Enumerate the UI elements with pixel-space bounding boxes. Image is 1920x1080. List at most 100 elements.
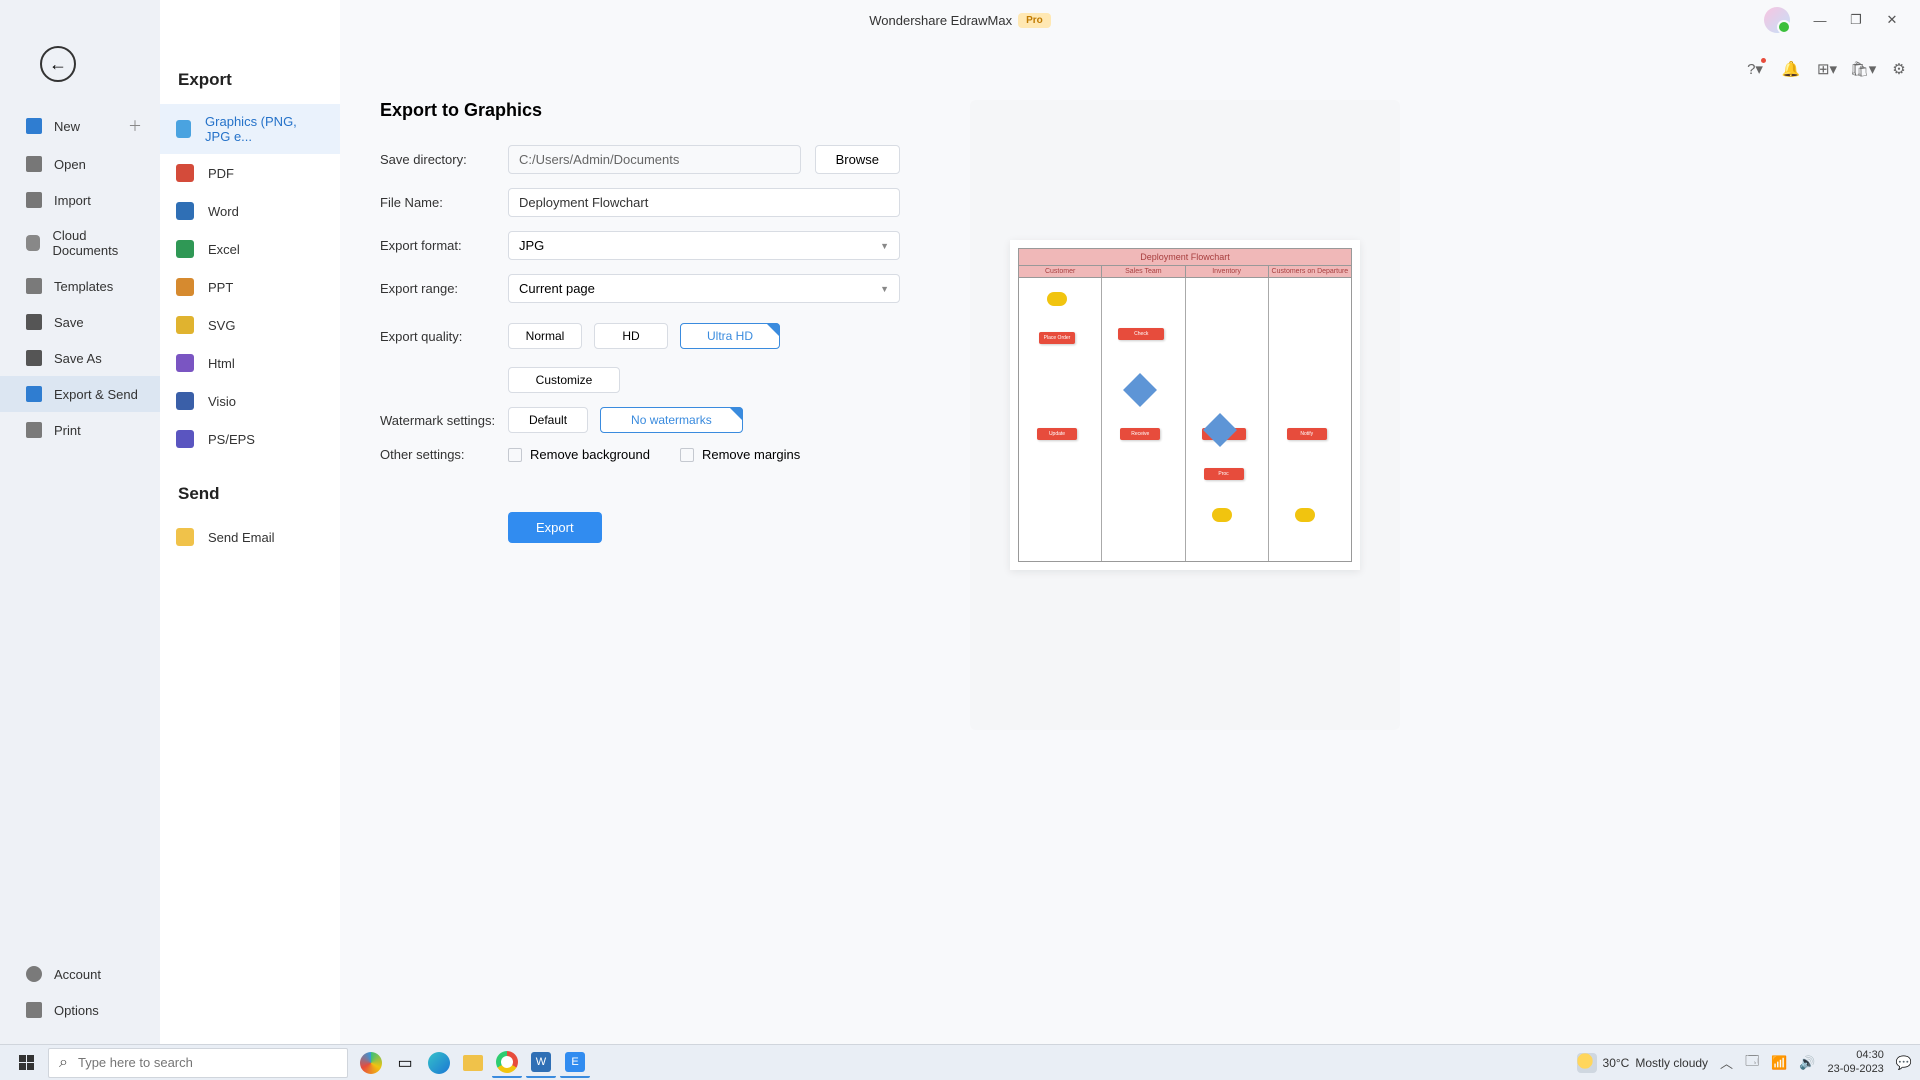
weather-temp: 30°C [1603, 1056, 1630, 1070]
task-view-icon[interactable]: ▭ [390, 1048, 420, 1078]
tray-wifi-icon[interactable]: 📶 [1771, 1055, 1787, 1071]
notification-icon[interactable]: 🔔 [1780, 58, 1802, 80]
help-icon[interactable]: ?▾ [1744, 58, 1766, 80]
chrome-icon[interactable] [492, 1048, 522, 1078]
weather-icon [1577, 1053, 1597, 1073]
range-select[interactable]: Current page ▼ [508, 274, 900, 303]
settings-icon[interactable]: ⚙ [1888, 58, 1910, 80]
fmt-pdf[interactable]: PDF [160, 154, 340, 192]
word-icon[interactable]: W [526, 1048, 556, 1078]
fmt-ppt[interactable]: PPT [160, 268, 340, 306]
fmt-graphics[interactable]: Graphics (PNG, JPG e... [160, 104, 340, 154]
maximize-button[interactable]: ❐ [1840, 6, 1872, 34]
fmt-ps-eps[interactable]: PS/EPS [160, 420, 340, 458]
cortana-icon[interactable] [356, 1048, 386, 1078]
format-select[interactable]: JPG ▼ [508, 231, 900, 260]
preview-title: Deployment Flowchart [1019, 249, 1351, 266]
taskbar-weather[interactable]: 30°C Mostly cloudy [1577, 1053, 1709, 1073]
taskbar-search[interactable]: ⌕ [48, 1048, 348, 1078]
svg-icon [176, 316, 194, 334]
remove-margins-checkbox[interactable]: Remove margins [680, 447, 800, 462]
fmt-label: Word [208, 204, 239, 219]
nav-label: Save As [54, 351, 102, 366]
fmt-word[interactable]: Word [160, 192, 340, 230]
close-button[interactable]: ✕ [1876, 6, 1908, 34]
preview-image: Deployment Flowchart Customer Sales Team… [1010, 240, 1360, 570]
html-icon [176, 354, 194, 372]
nav-export-send[interactable]: Export & Send [0, 376, 160, 412]
format-value: JPG [519, 238, 544, 253]
nav-save-as[interactable]: Save As [0, 340, 160, 376]
fmt-visio[interactable]: Visio [160, 382, 340, 420]
search-input[interactable] [78, 1055, 337, 1070]
send-email[interactable]: Send Email [160, 518, 340, 556]
word-icon [176, 202, 194, 220]
tray-volume-icon[interactable]: 🔊 [1799, 1055, 1815, 1071]
quality-ultra-hd[interactable]: Ultra HD [680, 323, 780, 349]
remove-bg-label: Remove background [530, 447, 650, 462]
explorer-icon[interactable] [458, 1048, 488, 1078]
quality-label: Export quality: [380, 329, 508, 344]
cloud-icon [26, 235, 40, 251]
nav-print[interactable]: Print [0, 412, 160, 448]
lane-header: Inventory [1186, 266, 1269, 277]
page-title: Export to Graphics [380, 100, 900, 121]
export-button[interactable]: Export [508, 512, 602, 543]
lane-header: Sales Team [1102, 266, 1185, 277]
fmt-label: Send Email [208, 530, 274, 545]
lane-header: Customers on Departure [1269, 266, 1351, 277]
fmt-label: Html [208, 356, 235, 371]
lane-header: Customer [1019, 266, 1102, 277]
nav-account[interactable]: Account [0, 956, 160, 992]
visio-icon [176, 392, 194, 410]
fmt-label: PS/EPS [208, 432, 255, 447]
tray-battery-icon[interactable]: 🗔 [1745, 1052, 1759, 1074]
tray-chevron-icon[interactable]: ︿ [1720, 1053, 1733, 1072]
start-button[interactable] [8, 1048, 44, 1078]
edge-icon[interactable] [424, 1048, 454, 1078]
nav-templates[interactable]: Templates [0, 268, 160, 304]
remove-bg-checkbox[interactable]: Remove background [508, 447, 650, 462]
nav-cloud-documents[interactable]: Cloud Documents [0, 218, 160, 268]
avatar[interactable] [1764, 7, 1790, 33]
back-button[interactable]: ← [40, 46, 76, 82]
nav-label: Account [54, 967, 101, 982]
nav-new[interactable]: New ＋ [0, 106, 160, 146]
quality-normal[interactable]: Normal [508, 323, 582, 349]
fmt-label: Graphics (PNG, JPG e... [205, 114, 324, 144]
weather-desc: Mostly cloudy [1635, 1056, 1708, 1070]
file-name-input[interactable] [508, 188, 900, 217]
edrawmax-icon[interactable]: E [560, 1048, 590, 1078]
ps-icon [176, 430, 194, 448]
nav-label: New [54, 119, 80, 134]
export-icon [26, 386, 42, 402]
nav-open[interactable]: Open [0, 146, 160, 182]
fmt-svg[interactable]: SVG [160, 306, 340, 344]
quality-hd[interactable]: HD [594, 323, 668, 349]
nav-label: Options [54, 1003, 99, 1018]
pro-badge: Pro [1018, 13, 1051, 28]
nav-save[interactable]: Save [0, 304, 160, 340]
save-as-icon [26, 350, 42, 366]
range-label: Export range: [380, 281, 508, 296]
nav-options[interactable]: Options [0, 992, 160, 1028]
save-dir-input[interactable] [508, 145, 801, 174]
store-icon[interactable]: 🛍▾ [1852, 58, 1874, 80]
watermark-default[interactable]: Default [508, 407, 588, 433]
plus-icon[interactable]: ＋ [128, 116, 142, 136]
preview-panel: Deployment Flowchart Customer Sales Team… [970, 100, 1400, 730]
apps-icon[interactable]: ⊞▾ [1816, 58, 1838, 80]
tray-notifications-icon[interactable]: 💬 [1896, 1055, 1912, 1071]
fmt-excel[interactable]: Excel [160, 230, 340, 268]
watermark-none[interactable]: No watermarks [600, 407, 743, 433]
templates-icon [26, 278, 42, 294]
customize-button[interactable]: Customize [508, 367, 620, 393]
fmt-html[interactable]: Html [160, 344, 340, 382]
fmt-label: PDF [208, 166, 234, 181]
nav-import[interactable]: Import [0, 182, 160, 218]
remove-margins-label: Remove margins [702, 447, 800, 462]
browse-button[interactable]: Browse [815, 145, 900, 174]
windows-icon [19, 1055, 34, 1070]
taskbar-clock[interactable]: 04:30 23-09-2023 [1828, 1049, 1884, 1075]
minimize-button[interactable]: — [1804, 6, 1836, 34]
